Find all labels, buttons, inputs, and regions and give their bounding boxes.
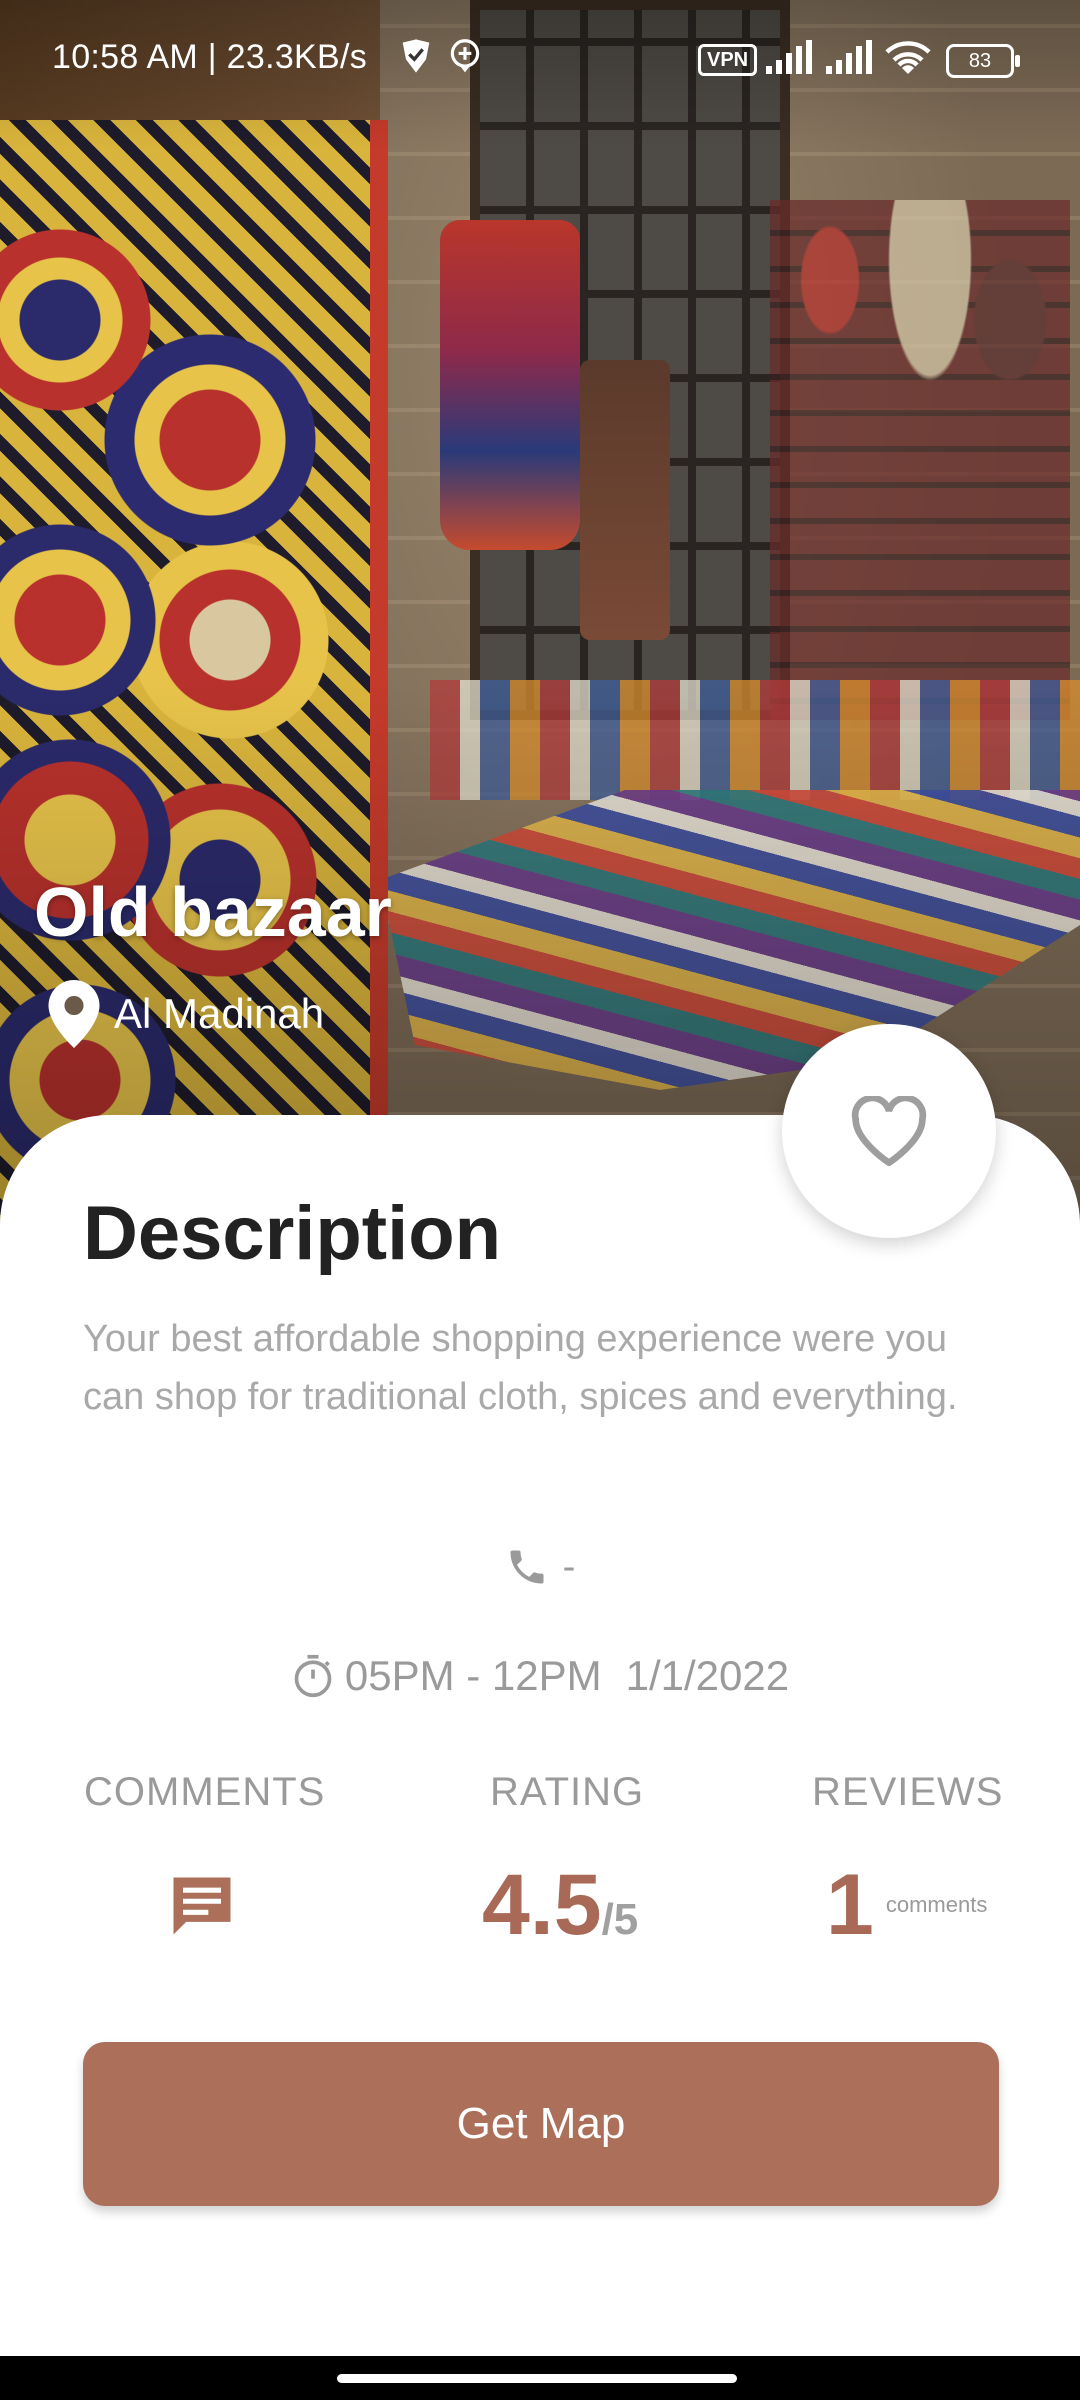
get-map-button[interactable]: Get Map [83,2042,999,2206]
home-gesture-handle[interactable] [337,2374,737,2383]
stopwatch-icon [294,1654,332,1698]
status-time: 10:58 AM | 23.3KB/s [52,38,368,76]
rating-value: 4.5 /5 [482,1856,638,1955]
location-plus-icon [446,36,484,83]
reviews-value[interactable]: 1 comments [826,1856,987,1955]
vpn-badge: VPN [698,44,758,76]
description-heading: Description [83,1191,502,1276]
schedule-date: 1/1/2022 [625,1652,790,1699]
rating-max: /5 [601,1895,639,1944]
favorite-button[interactable] [782,1024,996,1238]
place-location: Al Madinah [48,980,324,1048]
signal-icon-2 [824,40,874,83]
schedule-hours: 05PM - 12PM [344,1652,602,1699]
place-title: Old bazaar [34,873,392,951]
status-bar: 10:58 AM | 23.3KB/s VPN 83 [0,0,1080,100]
wifi-icon [884,38,932,85]
phone-value: - [562,1545,576,1588]
description-text: Your best affordable shopping experience… [83,1318,958,1418]
schedule-row: 05PM - 12PM 1/1/2022 [0,1652,1080,1700]
phone-icon [510,1550,544,1584]
comment-icon [173,1877,231,1935]
comments-button[interactable] [164,1868,240,1949]
rating-label: RATING [490,1770,645,1814]
reviews-label: REVIEWS [812,1770,1004,1814]
reviews-unit: comments [885,1892,988,1917]
rating-number: 4.5 [482,1857,602,1953]
location-pin-icon [48,980,100,1048]
signal-icon-1 [764,40,814,83]
heart-outline-icon [851,1096,927,1166]
checkmark-shield-icon [396,36,436,85]
reviews-count: 1 [826,1857,874,1953]
detail-card [0,1115,1080,2400]
battery-indicator: 83 [946,44,1020,78]
phone-row[interactable]: - [0,1545,1080,1589]
location-label: Al Madinah [114,990,325,1037]
comments-label: COMMENTS [84,1770,326,1814]
